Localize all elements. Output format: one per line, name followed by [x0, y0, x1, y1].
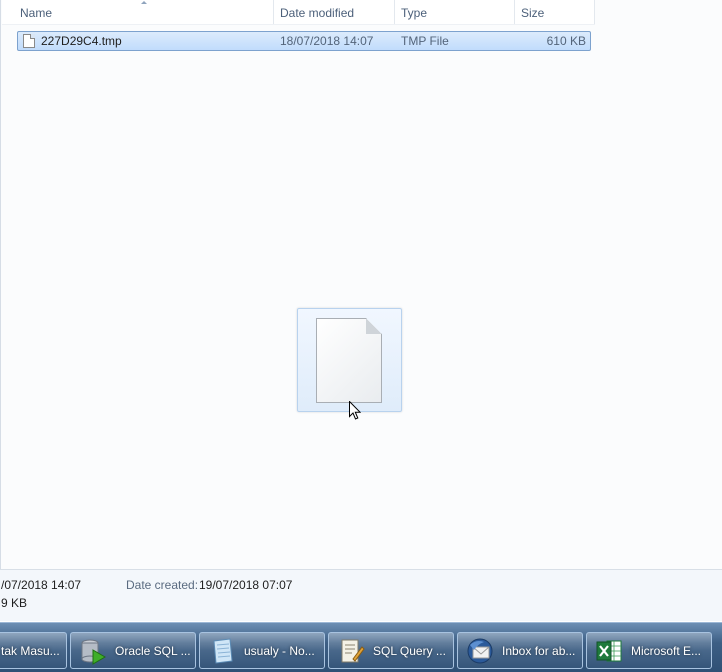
thunderbird-icon: [467, 638, 493, 664]
column-header-type[interactable]: Type: [395, 0, 515, 24]
tmp-file-icon: [23, 34, 35, 48]
excel-icon: [596, 640, 622, 662]
taskbar-button-sql-query[interactable]: SQL Query ...: [328, 632, 454, 669]
taskbar-button-notepad[interactable]: usualy - No...: [199, 632, 325, 669]
document-fold-corner: [366, 318, 382, 334]
column-header-date-modified-label: Date modified: [280, 6, 355, 20]
column-header-date-modified[interactable]: Date modified: [274, 0, 395, 24]
column-header-size-label: Size: [521, 6, 545, 20]
sort-ascending-icon: [141, 1, 147, 4]
details-pane: /07/2018 14:07 Date created: 19/07/2018 …: [0, 569, 722, 621]
mouse-pointer-icon: [349, 401, 361, 420]
taskbar-button-label: tak Masu...: [1, 644, 60, 658]
details-date-modified-value: /07/2018 14:07: [1, 578, 82, 592]
notepad-icon: [213, 638, 233, 664]
sql-query-icon: [341, 639, 365, 663]
column-header-name[interactable]: Name: [2, 0, 274, 24]
file-row[interactable]: 227D29C4.tmp 18/07/2018 14:07 TMP File 6…: [17, 31, 591, 51]
taskbar-button-label: SQL Query ...: [373, 644, 446, 658]
column-header-name-label: Name: [20, 6, 53, 20]
file-list-pane[interactable]: Name Date modified Type Size 227D29C4.tm…: [0, 0, 722, 569]
taskbar-button-label: usualy - No...: [244, 644, 315, 658]
taskbar: tak Masu... Oracle SQL ... usualy - No..…: [0, 622, 722, 672]
details-size-value: 9 KB: [1, 596, 28, 610]
file-size: 610 KB: [546, 34, 586, 48]
taskbar-button-tak-masu[interactable]: tak Masu...: [0, 632, 67, 669]
taskbar-button-excel[interactable]: Microsoft E...: [586, 632, 712, 669]
file-date-modified: 18/07/2018 14:07: [280, 34, 374, 48]
taskbar-button-oracle-sql[interactable]: Oracle SQL ...: [70, 632, 196, 669]
column-header-type-label: Type: [401, 6, 428, 20]
taskbar-button-label: Microsoft E...: [631, 644, 702, 658]
details-date-created-value: 19/07/2018 07:07: [199, 578, 293, 592]
taskbar-button-label: Oracle SQL ...: [115, 644, 191, 658]
column-header-bar: Name Date modified Type Size: [2, 0, 595, 25]
taskbar-button-thunderbird[interactable]: Inbox for ab...: [457, 632, 583, 669]
file-type: TMP File: [401, 34, 449, 48]
drag-preview: [297, 308, 402, 412]
file-name: 227D29C4.tmp: [41, 34, 122, 48]
details-date-created-label: Date created:: [126, 578, 199, 592]
taskbar-button-label: Inbox for ab...: [502, 644, 576, 658]
column-header-size[interactable]: Size: [515, 0, 595, 24]
oracle-sql-developer-icon: [81, 639, 106, 665]
